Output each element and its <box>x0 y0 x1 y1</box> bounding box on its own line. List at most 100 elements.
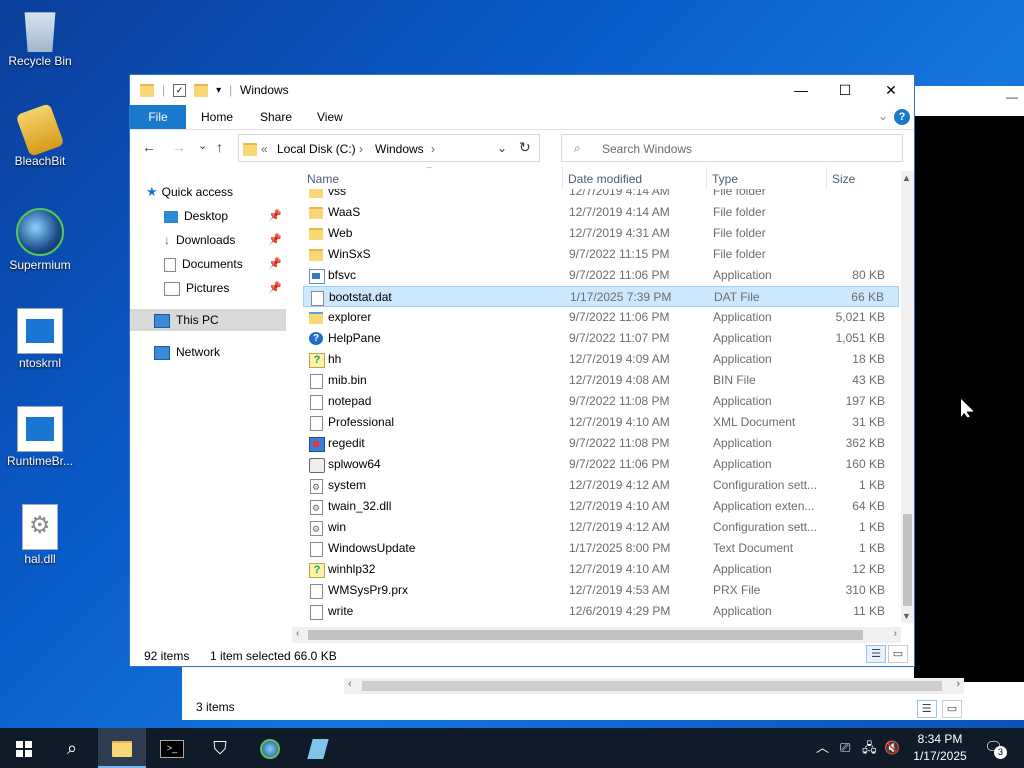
action-center-button[interactable]: 🗨 3 <box>984 738 1007 759</box>
large-icons-view-icon[interactable]: ▭ <box>942 700 962 718</box>
column-divider[interactable] <box>706 167 707 189</box>
desktop-icon-bleachbit[interactable]: BleachBit <box>4 103 76 168</box>
taskbar-notepad[interactable] <box>294 728 342 768</box>
file-row[interactable]: Professional 12/7/2019 4:10 AM XML Documen… <box>303 412 899 433</box>
desktop-icon-recycle-bin[interactable]: Recycle Bin <box>4 8 76 68</box>
volume-muted-icon[interactable]: 🔇 <box>884 728 900 768</box>
desktop-icon-ntoskrnl[interactable]: ntoskrnl <box>4 308 76 370</box>
nav-item-documents[interactable]: Documents 📌 <box>164 253 288 275</box>
column-divider[interactable] <box>826 167 827 189</box>
customize-toolbar-icon[interactable]: ▾ <box>216 85 221 96</box>
file-row[interactable]: WindowsUpdate 1/17/2025 8:00 PM Text Docum… <box>303 538 899 559</box>
maximize-button[interactable]: ☐ <box>822 79 868 101</box>
file-row[interactable]: WMSysPr9.prx 12/7/2019 4:53 AM PRX File 310… <box>303 580 899 601</box>
horizontal-scrollbar[interactable]: ‹ › <box>292 627 901 643</box>
tab-share[interactable]: Share <box>260 110 292 124</box>
network-icon[interactable]: 🖧 <box>862 728 877 768</box>
file-row[interactable]: WinSxS 9/7/2022 11:15 PM File folder <box>303 244 899 265</box>
taskbar-terminal[interactable]: >_ <box>148 728 196 768</box>
file-row[interactable]: ? HelpPane 9/7/2022 11:07 PM Application 1,0… <box>303 328 899 349</box>
column-header-size[interactable]: Size <box>832 172 855 186</box>
scroll-right-icon[interactable]: › <box>894 628 897 639</box>
explorer-window[interactable]: | ✓ ▾ | Windows — ☐ ✕ File Home Share Vi… <box>129 74 915 667</box>
help-button[interactable]: ? <box>894 109 910 125</box>
scroll-left-icon[interactable]: ‹ <box>296 628 299 639</box>
file-row[interactable]: bootstat.dat 1/17/2025 7:39 PM DAT File 66 … <box>303 286 899 307</box>
scroll-left-icon[interactable]: ‹ <box>348 678 352 690</box>
scroll-up-icon[interactable]: ▲ <box>902 173 911 183</box>
column-divider[interactable] <box>562 167 563 189</box>
address-segment-windows[interactable]: Windows <box>375 142 424 156</box>
file-row[interactable]: Web 12/7/2019 4:31 AM File folder <box>303 223 899 244</box>
file-row[interactable]: mib.bin 12/7/2019 4:08 AM BIN File 43 KB <box>303 370 899 391</box>
tab-home[interactable]: Home <box>201 110 233 124</box>
nav-item-pictures[interactable]: Pictures 📌 <box>164 277 288 299</box>
desktop-icon-runtimebroker[interactable]: RuntimeBr... <box>4 406 76 468</box>
file-row[interactable]: win 12/7/2019 4:12 AM Configuration sett..… <box>303 517 899 540</box>
scroll-down-icon[interactable]: ▼ <box>902 611 911 621</box>
file-row[interactable]: write 12/6/2019 4:29 PM Application 11 KB <box>303 601 899 622</box>
tab-file[interactable]: File <box>130 105 186 129</box>
tab-view[interactable]: View <box>317 110 343 124</box>
nav-network[interactable]: Network <box>154 341 312 363</box>
expand-ribbon-icon[interactable]: ⌄ <box>878 109 888 123</box>
system-clock[interactable]: 8:34 PM 1/17/2025 <box>908 731 972 765</box>
file-row[interactable]: bfsvc 9/7/2022 11:06 PM Application 80 KB <box>303 265 899 286</box>
horizontal-scroll-thumb[interactable] <box>308 630 863 640</box>
file-row[interactable]: splwow64 9/7/2022 11:06 PM Application 160 … <box>303 454 899 475</box>
address-overflow[interactable]: « <box>261 142 268 156</box>
nav-item-desktop[interactable]: Desktop 📌 <box>164 205 288 227</box>
file-row[interactable]: notepad 9/7/2022 11:08 PM Application 197 K… <box>303 391 899 412</box>
pin-icon[interactable]: 📌 <box>268 229 282 251</box>
desktop-icon-hal-dll[interactable]: hal.dll <box>4 504 76 566</box>
minimize-button[interactable]: — <box>778 79 824 101</box>
column-header-type[interactable]: Type <box>712 172 738 186</box>
bg-minimize-icon[interactable]: — <box>1006 90 1018 104</box>
file-row[interactable]: ? hh 12/7/2019 4:09 AM Application 18 KB <box>303 349 899 370</box>
forward-button[interactable]: → <box>172 139 186 155</box>
vertical-scroll-thumb[interactable] <box>903 514 912 606</box>
pin-icon[interactable]: 📌 <box>268 277 282 299</box>
nav-item-downloads[interactable]: ↓ Downloads 📌 <box>164 229 288 251</box>
refresh-icon[interactable]: ↻ <box>519 139 531 156</box>
pin-icon[interactable]: 📌 <box>268 253 282 275</box>
file-row[interactable]: explorer 9/7/2022 11:06 PM Application 5,02… <box>303 307 899 328</box>
nav-quick-access[interactable]: ★ Quick access <box>146 181 304 203</box>
properties-check-icon[interactable]: ✓ <box>173 83 187 97</box>
taskbar-file-explorer[interactable] <box>98 728 146 768</box>
bg-horizontal-scrollbar[interactable]: ‹ › <box>344 678 964 694</box>
file-row[interactable]: regedit 9/7/2022 11:08 PM Application 362 K… <box>303 433 899 454</box>
details-view-icon[interactable]: ☰ <box>866 645 886 663</box>
window-titlebar[interactable]: | ✓ ▾ | Windows — ☐ ✕ <box>130 75 914 105</box>
meet-now-icon[interactable]: ⎚ <box>840 728 850 768</box>
desktop-icon-supermium[interactable]: Supermium <box>4 208 76 272</box>
address-bar[interactable]: « Local Disk (C:) › Windows › ⌄ ↻ <box>238 134 540 162</box>
show-hidden-icons-chevron-icon[interactable]: ︿ <box>816 728 829 768</box>
column-header-date[interactable]: Date modified <box>568 172 642 186</box>
close-button[interactable]: ✕ <box>868 79 914 101</box>
address-separator[interactable]: › <box>359 142 363 156</box>
start-button[interactable] <box>0 728 48 768</box>
address-segment-local-disk[interactable]: Local Disk (C:) <box>277 142 356 156</box>
large-icons-view-icon[interactable]: ▭ <box>888 645 908 663</box>
pin-icon[interactable]: 📌 <box>268 205 282 227</box>
new-folder-icon[interactable] <box>194 83 209 97</box>
file-row[interactable]: WaaS 12/7/2019 4:14 AM File folder <box>303 202 899 223</box>
recent-locations-button[interactable]: ⌄ <box>198 139 207 152</box>
search-box[interactable]: ⌕ Search Windows <box>561 134 903 162</box>
file-row[interactable]: ? winhlp32 12/7/2019 4:10 AM Application 12 … <box>303 559 899 580</box>
taskbar-supermium[interactable] <box>246 728 294 768</box>
vertical-scrollbar[interactable]: ▲ ▼ <box>901 171 914 623</box>
search-button[interactable]: ⌕ <box>48 728 96 768</box>
file-row[interactable]: twain_32.dll 12/7/2019 4:10 AM Application… <box>303 496 899 519</box>
up-button[interactable]: ↑ <box>216 139 223 155</box>
taskbar-security[interactable]: ⛉ <box>196 728 244 768</box>
search-input[interactable]: Search Windows <box>602 142 692 156</box>
nav-this-pc[interactable]: This PC <box>130 309 286 331</box>
scroll-right-icon[interactable]: › <box>956 678 960 690</box>
back-button[interactable]: ← <box>142 139 156 155</box>
file-row[interactable]: system 12/7/2019 4:12 AM Configuration set… <box>303 475 899 498</box>
details-view-icon[interactable]: ☰ <box>916 700 937 718</box>
column-header-name[interactable]: Name <box>307 172 339 186</box>
address-dropdown-icon[interactable]: ⌄ <box>497 141 507 155</box>
